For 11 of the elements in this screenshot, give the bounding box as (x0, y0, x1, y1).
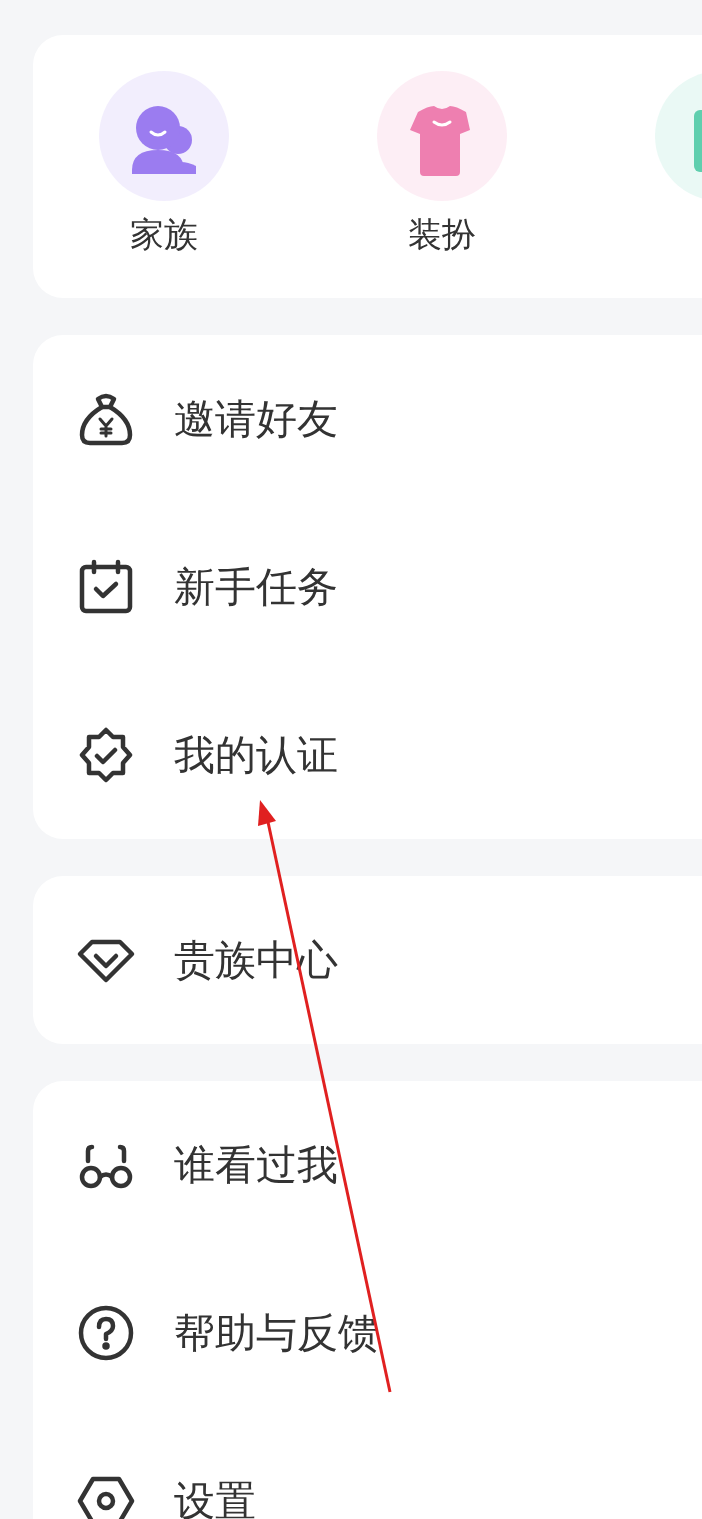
shirt-icon (376, 70, 508, 202)
menu-item[interactable]: 设置 (174, 1473, 256, 1519)
menu-item[interactable]: 我的认证 (174, 727, 338, 783)
shortcut-label[interactable]: 家族 (130, 214, 198, 255)
menu-item[interactable]: 邀请好友 (174, 391, 338, 447)
people-icon (98, 70, 230, 202)
menu-item[interactable]: 谁看过我 (174, 1137, 338, 1193)
help-icon (76, 1303, 136, 1363)
shortcut-label[interactable]: 装扮 (408, 214, 476, 255)
menu-item[interactable]: 新手任务 (174, 559, 338, 615)
menu-item[interactable]: 帮助与反馈 (174, 1305, 379, 1361)
